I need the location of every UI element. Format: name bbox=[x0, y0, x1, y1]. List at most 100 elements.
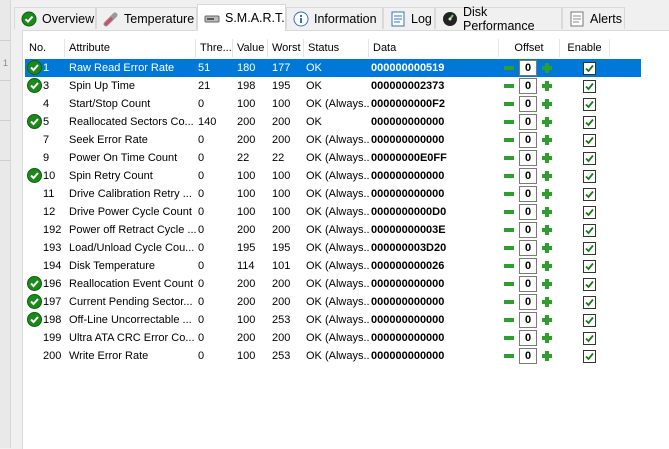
enable-checkbox[interactable] bbox=[583, 242, 596, 255]
offset-decrement-button[interactable] bbox=[502, 169, 516, 183]
enable-checkbox[interactable] bbox=[583, 224, 596, 237]
enable-checkbox[interactable] bbox=[583, 80, 596, 93]
offset-decrement-button[interactable] bbox=[502, 331, 516, 345]
tab-disk-performance[interactable]: Disk Performance bbox=[435, 5, 562, 33]
offset-increment-button[interactable] bbox=[540, 187, 554, 201]
enable-checkbox[interactable] bbox=[583, 278, 596, 291]
header-threshold[interactable]: Thre... bbox=[196, 39, 233, 57]
enable-checkbox[interactable] bbox=[583, 116, 596, 129]
offset-decrement-button[interactable] bbox=[502, 313, 516, 327]
offset-value-field[interactable]: 0 bbox=[519, 222, 537, 238]
offset-value-field[interactable]: 0 bbox=[519, 78, 537, 94]
offset-value-field[interactable]: 0 bbox=[519, 240, 537, 256]
enable-checkbox[interactable] bbox=[583, 296, 596, 309]
offset-value-field[interactable]: 0 bbox=[519, 330, 537, 346]
table-row[interactable]: 1 Raw Read Error Rate 51 180 177 OK 0000000005… bbox=[25, 59, 641, 77]
tab-smart[interactable]: S.M.A.R.T. bbox=[197, 4, 286, 31]
offset-increment-button[interactable] bbox=[540, 205, 554, 219]
offset-increment-button[interactable] bbox=[540, 313, 554, 327]
enable-checkbox[interactable] bbox=[583, 98, 596, 111]
offset-value-field[interactable]: 0 bbox=[519, 258, 537, 274]
offset-increment-button[interactable] bbox=[540, 259, 554, 273]
offset-increment-button[interactable] bbox=[540, 277, 554, 291]
offset-increment-button[interactable] bbox=[540, 133, 554, 147]
offset-decrement-button[interactable] bbox=[502, 241, 516, 255]
offset-increment-button[interactable] bbox=[540, 79, 554, 93]
offset-decrement-button[interactable] bbox=[502, 115, 516, 129]
offset-value-field[interactable]: 0 bbox=[519, 168, 537, 184]
enable-checkbox[interactable] bbox=[583, 260, 596, 273]
offset-decrement-button[interactable] bbox=[502, 79, 516, 93]
offset-increment-button[interactable] bbox=[540, 331, 554, 345]
enable-checkbox[interactable] bbox=[583, 152, 596, 165]
table-row[interactable]: 12 Drive Power Cycle Count 0 100 100 OK (Alwa… bbox=[25, 203, 641, 221]
offset-value-field[interactable]: 0 bbox=[519, 96, 537, 112]
table-row[interactable]: 11 Drive Calibration Retry ... 0 100 100 OK (… bbox=[25, 185, 641, 203]
enable-checkbox[interactable] bbox=[583, 170, 596, 183]
enable-checkbox[interactable] bbox=[583, 188, 596, 201]
table-row[interactable]: 3 Spin Up Time 21 198 195 OK 000000002373 0 bbox=[25, 77, 641, 95]
header-status[interactable]: Status bbox=[304, 39, 369, 57]
table-row[interactable]: 200 Write Error Rate 0 100 253 OK (Always... 0… bbox=[25, 347, 641, 365]
offset-increment-button[interactable] bbox=[540, 151, 554, 165]
header-worst[interactable]: Worst bbox=[268, 39, 304, 57]
table-row[interactable]: 10 Spin Retry Count 0 100 100 OK (Always... 00… bbox=[25, 167, 641, 185]
offset-value-field[interactable]: 0 bbox=[519, 186, 537, 202]
table-row[interactable]: 196 Reallocation Event Count 0 200 200 OK (Al… bbox=[25, 275, 641, 293]
header-offset[interactable]: Offset bbox=[499, 39, 560, 57]
offset-increment-button[interactable] bbox=[540, 115, 554, 129]
table-row[interactable]: 4 Start/Stop Count 0 100 100 OK (Always... 000… bbox=[25, 95, 641, 113]
offset-value-field[interactable]: 0 bbox=[519, 204, 537, 220]
enable-checkbox[interactable] bbox=[583, 206, 596, 219]
offset-decrement-button[interactable] bbox=[502, 61, 516, 75]
table-row[interactable]: 9 Power On Time Count 0 22 22 OK (Always... 00… bbox=[25, 149, 641, 167]
tab-temperature[interactable]: Temperature bbox=[96, 7, 197, 29]
table-row[interactable]: 193 Load/Unload Cycle Cou... 0 195 195 OK (Al… bbox=[25, 239, 641, 257]
offset-value-field[interactable]: 0 bbox=[519, 60, 537, 76]
table-row[interactable]: 198 Off-Line Uncorrectable ... 0 100 253 OK (… bbox=[25, 311, 641, 329]
offset-value-field[interactable]: 0 bbox=[519, 276, 537, 292]
enable-checkbox[interactable] bbox=[583, 332, 596, 345]
table-row[interactable]: 194 Disk Temperature 0 114 101 OK (Always... 0… bbox=[25, 257, 641, 275]
offset-value-field[interactable]: 0 bbox=[519, 114, 537, 130]
offset-increment-button[interactable] bbox=[540, 349, 554, 363]
enable-checkbox[interactable] bbox=[583, 62, 596, 75]
offset-decrement-button[interactable] bbox=[502, 133, 516, 147]
header-data[interactable]: Data bbox=[369, 39, 499, 57]
offset-decrement-button[interactable] bbox=[502, 277, 516, 291]
offset-increment-button[interactable] bbox=[540, 97, 554, 111]
offset-increment-button[interactable] bbox=[540, 61, 554, 75]
offset-increment-button[interactable] bbox=[540, 295, 554, 309]
tab-information[interactable]: Information bbox=[286, 7, 383, 29]
offset-decrement-button[interactable] bbox=[502, 259, 516, 273]
offset-increment-button[interactable] bbox=[540, 223, 554, 237]
enable-checkbox[interactable] bbox=[583, 350, 596, 363]
tab-log[interactable]: Log bbox=[383, 7, 435, 29]
table-row[interactable]: 197 Current Pending Sector... 0 200 200 OK (A… bbox=[25, 293, 641, 311]
offset-decrement-button[interactable] bbox=[502, 349, 516, 363]
offset-value-field[interactable]: 0 bbox=[519, 348, 537, 364]
header-no[interactable]: No. bbox=[25, 39, 65, 57]
offset-decrement-button[interactable] bbox=[502, 295, 516, 309]
table-row[interactable]: 192 Power off Retract Cycle ... 0 200 200 OK … bbox=[25, 221, 641, 239]
offset-decrement-button[interactable] bbox=[502, 151, 516, 165]
header-value[interactable]: Value bbox=[233, 39, 268, 57]
offset-decrement-button[interactable] bbox=[502, 97, 516, 111]
table-row[interactable]: 199 Ultra ATA CRC Error Co... 0 200 200 OK (A… bbox=[25, 329, 641, 347]
table-row[interactable]: 5 Reallocated Sectors Co... 140 200 200 OK 000… bbox=[25, 113, 641, 131]
offset-decrement-button[interactable] bbox=[502, 223, 516, 237]
offset-increment-button[interactable] bbox=[540, 241, 554, 255]
table-row[interactable]: 7 Seek Error Rate 0 200 200 OK (Always... 0000… bbox=[25, 131, 641, 149]
offset-increment-button[interactable] bbox=[540, 169, 554, 183]
offset-value-field[interactable]: 0 bbox=[519, 150, 537, 166]
tab-alerts[interactable]: Alerts bbox=[562, 7, 625, 29]
offset-value-field[interactable]: 0 bbox=[519, 132, 537, 148]
offset-decrement-button[interactable] bbox=[502, 187, 516, 201]
enable-checkbox[interactable] bbox=[583, 314, 596, 327]
offset-decrement-button[interactable] bbox=[502, 205, 516, 219]
offset-value-field[interactable]: 0 bbox=[519, 294, 537, 310]
offset-value-field[interactable]: 0 bbox=[519, 312, 537, 328]
tab-overview[interactable]: Overview bbox=[14, 7, 96, 29]
enable-checkbox[interactable] bbox=[583, 134, 596, 147]
header-attribute[interactable]: Attribute bbox=[65, 39, 196, 57]
